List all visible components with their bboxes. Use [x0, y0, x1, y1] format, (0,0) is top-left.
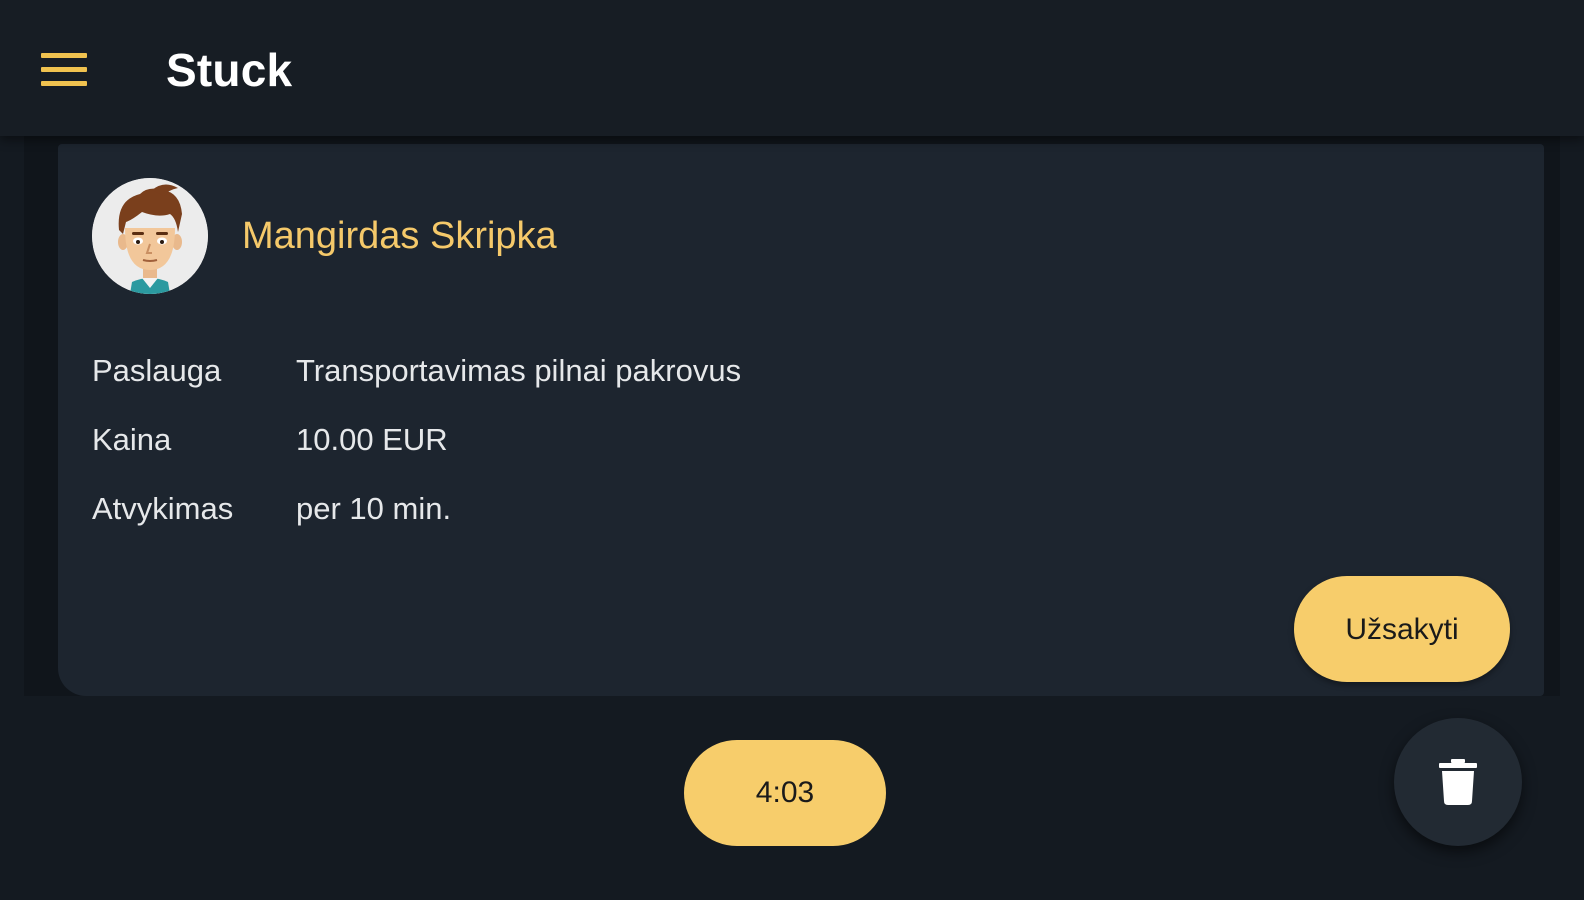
- service-value: Transportavimas pilnai pakrovus: [296, 353, 742, 388]
- app-root: Stuck Mangirdas Skripka Paslauga Transpo…: [0, 0, 1584, 900]
- driver-name: Mangirdas Skripka: [242, 215, 557, 257]
- offer-card: Mangirdas Skripka Paslauga Transportavim…: [58, 144, 1544, 696]
- arrival-value: per 10 min.: [296, 491, 452, 526]
- trash-icon: [1439, 759, 1477, 805]
- price-label: Kaina: [92, 422, 172, 457]
- order-button[interactable]: Užsakyti: [1294, 576, 1510, 682]
- service-label: Paslauga: [92, 353, 222, 388]
- delete-button[interactable]: [1394, 718, 1522, 846]
- arrival-label: Atvykimas: [92, 491, 234, 526]
- page-title: Stuck: [166, 44, 293, 96]
- driver-avatar: [92, 178, 208, 294]
- hamburger-menu-icon: [41, 53, 87, 86]
- app-bar: Stuck: [0, 0, 1584, 136]
- price-value: 10.00 EUR: [296, 422, 448, 457]
- countdown-timer: 4:03: [684, 740, 886, 846]
- cartoon-man-avatar-icon: [92, 178, 208, 294]
- menu-button[interactable]: [28, 38, 100, 102]
